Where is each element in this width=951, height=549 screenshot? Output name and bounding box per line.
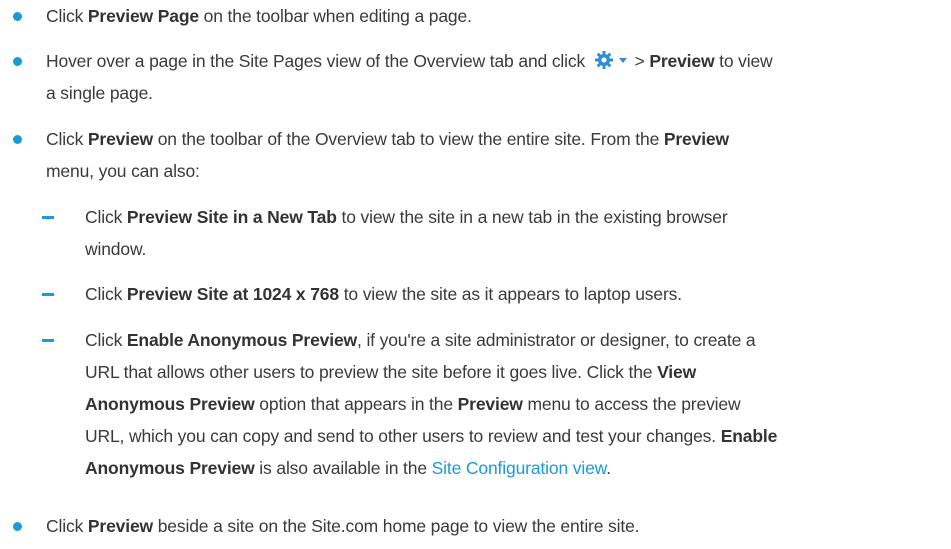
- sub-item-text-line2: URL that allows other users to preview t…: [85, 356, 951, 388]
- text-run: menu to access the preview: [522, 394, 741, 414]
- sub-item-text-line3: Anonymous Preview option that appears in…: [85, 388, 951, 420]
- dash-marker: [42, 216, 54, 219]
- gear-dropdown-icon: [594, 48, 630, 80]
- site-configuration-link[interactable]: Site Configuration view: [432, 458, 607, 478]
- sub-item-text: Click Enable Anonymous Preview, if you'r…: [85, 324, 951, 356]
- list-item-text: Click Preview Page on the toolbar when e…: [46, 0, 946, 32]
- bullet-marker: [13, 522, 22, 531]
- text-run: , if you're a site administrator or desi…: [357, 330, 756, 350]
- list-item-text: Click Preview beside a site on the Site.…: [46, 510, 946, 542]
- bold-term: View: [657, 362, 697, 382]
- text-run: Click: [85, 207, 127, 227]
- text-run: >: [629, 51, 650, 71]
- text-run: URL, which you can copy and send to othe…: [85, 426, 721, 446]
- text-run: beside a site on the Site.com home page …: [153, 516, 640, 536]
- text-run: on the toolbar of the Overview tab to vi…: [153, 129, 664, 149]
- text-run: Click: [46, 6, 88, 26]
- bullet-marker: [13, 135, 22, 144]
- text-run: URL that allows other users to preview t…: [85, 362, 658, 382]
- text-run: option that appears in the: [254, 394, 458, 414]
- bullet-marker: [13, 12, 22, 21]
- text-run: Hover over a page in the Site Pages view…: [46, 51, 590, 71]
- bold-term: Preview: [87, 129, 153, 149]
- bold-term: Enable: [720, 426, 778, 446]
- list-item-text-line2: a single page.: [46, 83, 153, 103]
- text-run: .: [606, 458, 611, 478]
- bullet-marker: [13, 57, 22, 66]
- bold-term: Preview Site at 1024 x 768: [126, 284, 339, 304]
- sub-item-text-line5: Anonymous Preview is also available in t…: [85, 452, 951, 484]
- text-run: Click: [85, 284, 127, 304]
- bold-term: Preview: [457, 394, 523, 414]
- text-run: is also available in the: [254, 458, 432, 478]
- text-run: to view the site in a new tab in the exi…: [336, 207, 728, 227]
- list-item-text: Hover over a page in the Site Pages view…: [46, 45, 946, 80]
- text-run: Click: [85, 330, 127, 350]
- sub-item-text-line4: URL, which you can copy and send to othe…: [85, 420, 951, 452]
- text-run: Click: [46, 516, 88, 536]
- sub-item-text: Click Preview Site at 1024 x 768 to view…: [85, 278, 951, 310]
- list-item-text: Click Preview on the toolbar of the Over…: [46, 123, 946, 155]
- gear-icon: [594, 51, 627, 69]
- text-run: Click: [46, 129, 88, 149]
- bold-term: Anonymous Preview: [85, 458, 255, 478]
- bold-term: Enable Anonymous Preview: [126, 330, 358, 350]
- list-item-text-line2: menu, you can also:: [46, 161, 200, 181]
- bold-term: Anonymous Preview: [85, 394, 255, 414]
- dash-marker: [42, 293, 54, 296]
- text-run: to view the site as it appears to laptop…: [338, 284, 682, 304]
- bold-term: Preview Page: [87, 6, 199, 26]
- dash-marker: [42, 339, 54, 342]
- bold-term: Preview: [649, 51, 715, 71]
- chevron-down-icon: [618, 58, 627, 63]
- sub-item-text: Click Preview Site in a New Tab to view …: [85, 201, 951, 233]
- sub-item-text-line2: window.: [85, 239, 147, 259]
- text-run: on the toolbar when editing a page.: [198, 6, 472, 26]
- bold-term: Preview: [87, 516, 153, 536]
- text-run: to view: [714, 51, 773, 71]
- bold-term: Preview: [663, 129, 729, 149]
- bold-term: Preview Site in a New Tab: [126, 207, 337, 227]
